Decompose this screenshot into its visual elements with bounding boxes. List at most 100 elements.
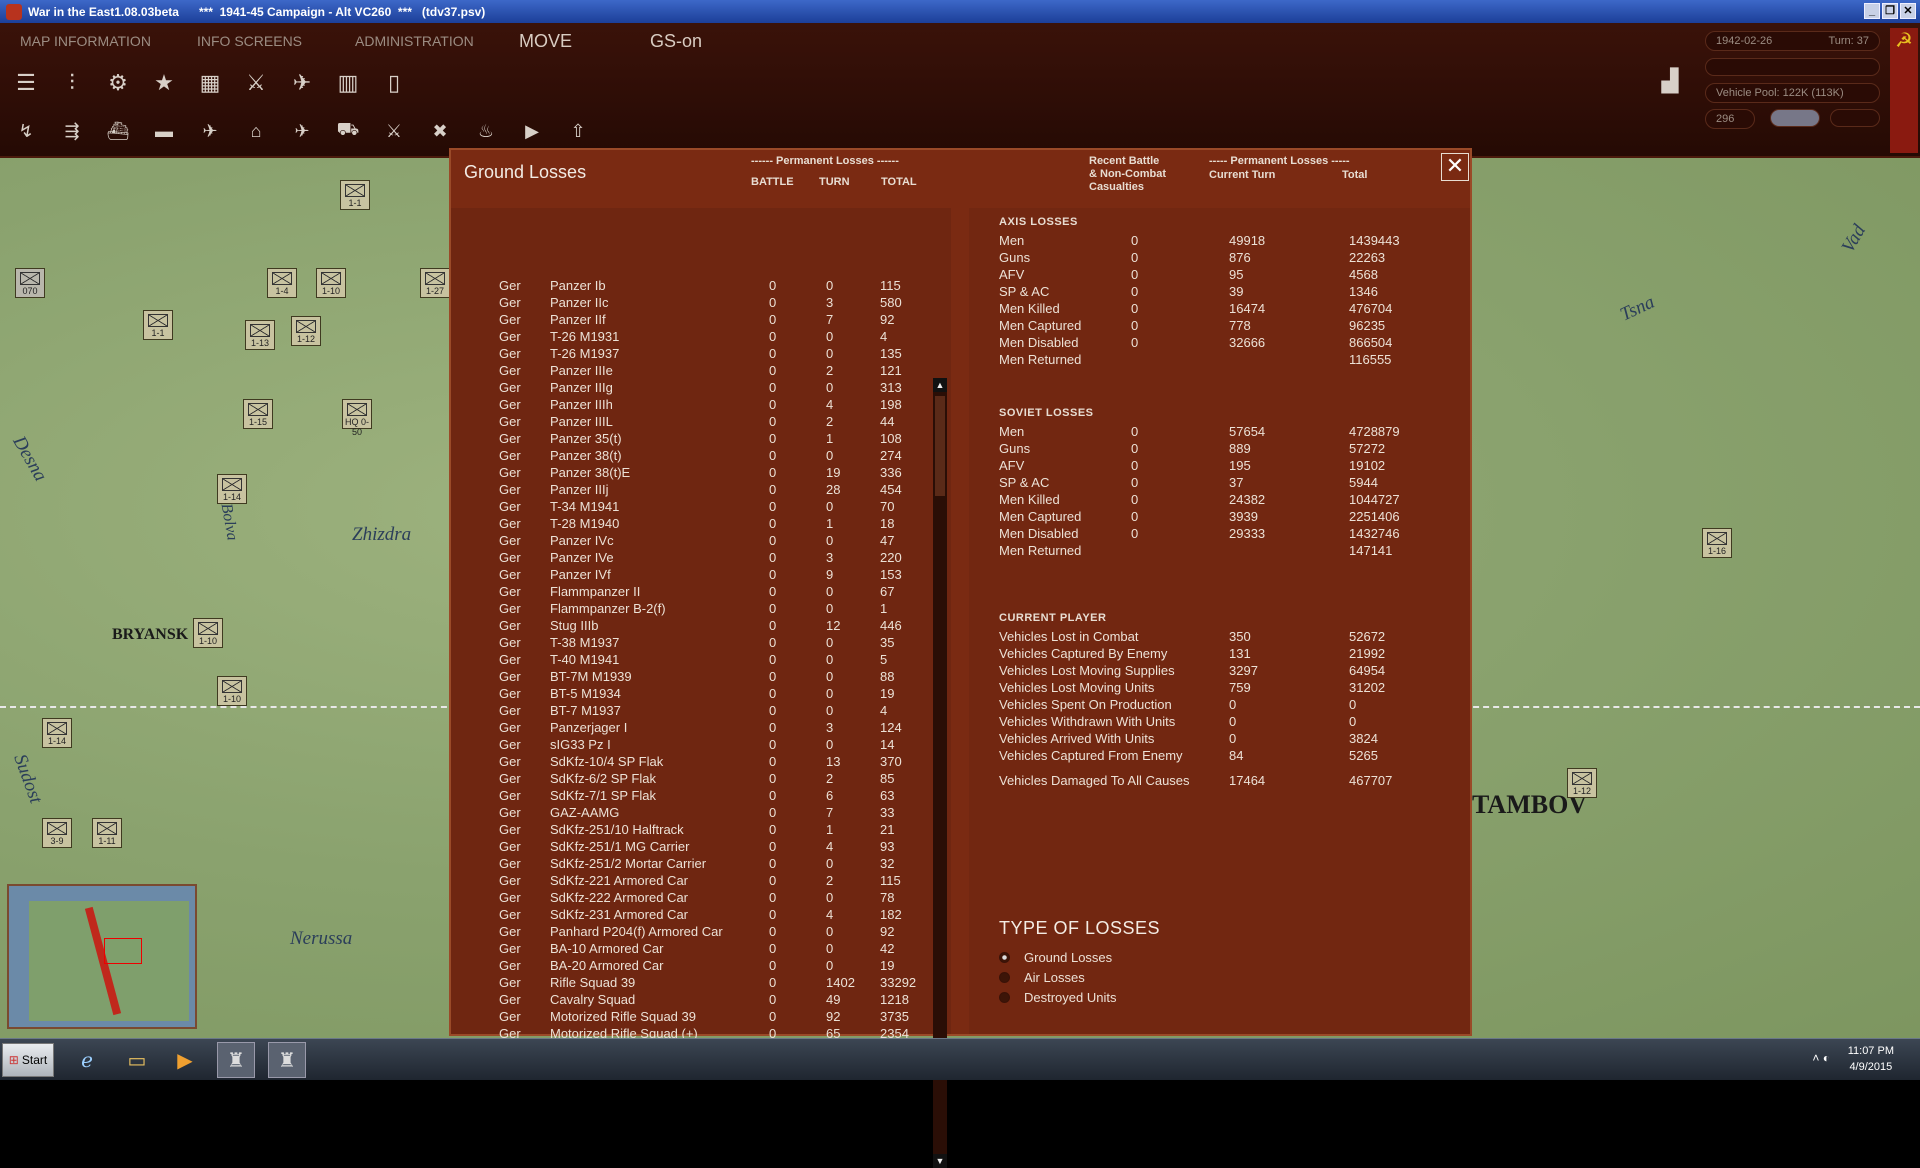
equipment-name: Panzer IVf xyxy=(550,567,611,582)
river-label: Zhizdra xyxy=(352,524,412,545)
turn-losses: 0 xyxy=(826,278,834,293)
current-player-title: CURRENT PLAYER xyxy=(999,612,1107,624)
unit-counter[interactable]: 1-10 xyxy=(217,676,247,706)
vehicle-row: Vehicles Captured From Enemy 84 5265 xyxy=(999,748,1378,763)
scroll-down-arrow-icon[interactable]: ▼ xyxy=(933,1154,947,1168)
crossed-swords-icon[interactable]: ⚔ xyxy=(238,65,274,101)
radio-ground-losses[interactable]: Ground Losses xyxy=(999,948,1112,966)
unit-counter[interactable]: 1-14 xyxy=(42,718,72,748)
depot-icon[interactable]: ▯ xyxy=(376,65,412,101)
f1-icon[interactable]: ↯ xyxy=(8,115,44,147)
f2-icon[interactable]: ⇶ xyxy=(54,115,90,147)
f3-icon[interactable]: ⛴ xyxy=(100,115,136,147)
nationality: Ger xyxy=(499,482,521,497)
chart-icon[interactable]: ▟ xyxy=(1652,63,1688,99)
menu-administration[interactable]: ADMINISTRATION xyxy=(355,33,474,49)
battle-losses: 0 xyxy=(769,312,777,327)
summary-row: SP & AC 0 37 5944 xyxy=(999,475,1378,490)
unit-counter[interactable]: 1-1 xyxy=(340,180,370,210)
gs-toggle[interactable]: GS-on xyxy=(650,31,702,52)
scrollbar-thumb[interactable] xyxy=(935,396,945,496)
col-total: TOTAL xyxy=(881,176,917,188)
radio-dot-icon[interactable] xyxy=(999,951,1010,963)
unit-counter[interactable]: 1-10 xyxy=(316,268,346,298)
loss-row: Ger Panzer IIIg 0 0 313 xyxy=(451,380,941,397)
unit-counter[interactable]: 1-16 xyxy=(1702,528,1732,558)
battle-losses: 0 xyxy=(769,584,777,599)
unit-counter[interactable]: 1-11 xyxy=(92,818,122,848)
unit-counter[interactable]: 1-4 xyxy=(267,268,297,298)
equipment-name: Panzer 38(t)E xyxy=(550,465,631,480)
total-losses: 70 xyxy=(880,499,895,514)
f4-icon[interactable]: ▬ xyxy=(146,115,182,147)
unit-counter[interactable]: 1-12 xyxy=(291,316,321,346)
close-window-button[interactable]: ✕ xyxy=(1900,3,1916,19)
f5-icon[interactable]: ✈ xyxy=(192,115,228,147)
layers-icon[interactable]: ☰ xyxy=(8,65,44,101)
unit-counter[interactable]: 1-15 xyxy=(243,399,273,429)
turn-losses: 2 xyxy=(826,363,834,378)
units-icon[interactable]: ⫶ xyxy=(54,65,90,101)
menu-map-information[interactable]: MAP INFORMATION xyxy=(20,33,151,49)
minimap[interactable] xyxy=(7,884,197,1029)
turn-losses: 0 xyxy=(826,737,834,752)
radio-destroyed-units[interactable]: Destroyed Units xyxy=(999,988,1116,1006)
ie-icon[interactable]: ℯ xyxy=(68,1042,106,1078)
close-panel-button[interactable]: ✕ xyxy=(1441,153,1469,181)
menu-info-screens[interactable]: INFO SCREENS xyxy=(197,33,302,49)
blank-toggle[interactable] xyxy=(1830,109,1880,127)
radio-dot-icon[interactable] xyxy=(999,991,1010,1003)
loss-row: Ger T-40 M1941 0 0 5 xyxy=(451,652,941,669)
star-icon[interactable]: ★ xyxy=(146,65,182,101)
restore-button[interactable]: ❐ xyxy=(1882,3,1898,19)
equipment-name: Panzer IIIL xyxy=(550,414,613,429)
air-icon[interactable]: ✈ xyxy=(284,65,320,101)
folder-icon[interactable]: ▭ xyxy=(118,1042,156,1078)
upload-icon[interactable]: ⇧ xyxy=(560,115,596,147)
blank-box xyxy=(1705,58,1880,76)
nationality: Ger xyxy=(499,380,521,395)
unit-counter[interactable]: 1-14 xyxy=(217,474,247,504)
f10-icon[interactable]: ✖ xyxy=(422,115,458,147)
scroll-up-arrow-icon[interactable]: ▲ xyxy=(933,378,947,392)
unit-counter[interactable]: 1-1 xyxy=(143,310,173,340)
toggle-slider[interactable] xyxy=(1770,109,1820,127)
unit-counter[interactable]: 1-12 xyxy=(1567,768,1597,798)
gear-icon[interactable]: ⚙ xyxy=(100,65,136,101)
hq-unit-counter[interactable]: HQ 0-50 xyxy=(342,399,372,437)
rail-icon[interactable]: ▥ xyxy=(330,65,366,101)
game-taskbar-icon[interactable]: ♜ xyxy=(268,1042,306,1078)
taskbar: ⊞ Start ℯ ▭ ▶ ♜ ♜ ˄ ◐ 11:07 PM 4/9/2015 xyxy=(0,1038,1920,1080)
unit-counter[interactable]: 1-13 xyxy=(245,320,275,350)
turn-losses: 0 xyxy=(826,686,834,701)
start-button[interactable]: ⊞ Start xyxy=(2,1043,54,1077)
radio-air-losses[interactable]: Air Losses xyxy=(999,968,1085,986)
equipment-name: Panzer Ib xyxy=(550,278,606,293)
loss-row: Ger SdKfz-10/4 SP Flak 0 13 370 xyxy=(451,754,941,771)
f11-icon[interactable]: ♨ xyxy=(468,115,504,147)
col-battle: BATTLE xyxy=(751,176,794,188)
terrain-icon[interactable]: ▦ xyxy=(192,65,228,101)
f9-icon[interactable]: ⚔ xyxy=(376,115,412,147)
unit-counter[interactable]: 3-9 xyxy=(42,818,72,848)
unit-counter[interactable]: 1-27 xyxy=(420,268,450,298)
mode-move[interactable]: MOVE xyxy=(519,31,572,52)
tray-icons[interactable]: ˄ ◐ xyxy=(1812,1051,1830,1065)
battle-losses: 0 xyxy=(769,907,777,922)
game-taskbar-icon[interactable]: ♜ xyxy=(217,1042,255,1078)
loss-row: Ger Panzer IIIL 0 2 44 xyxy=(451,414,941,431)
f8-icon[interactable]: ⛟ xyxy=(330,115,366,147)
minimap-viewport[interactable] xyxy=(104,938,142,964)
f7-icon[interactable]: ✈ xyxy=(284,115,320,147)
battle-losses: 0 xyxy=(769,669,777,684)
loss-row: Ger BA-10 Armored Car 0 0 42 xyxy=(451,941,941,958)
media-player-icon[interactable]: ▶ xyxy=(166,1042,204,1078)
minimize-button[interactable]: _ xyxy=(1864,3,1880,19)
radio-dot-icon[interactable] xyxy=(999,971,1010,983)
unit-counter[interactable]: 070 xyxy=(15,268,45,298)
f12-icon[interactable]: ▶ xyxy=(514,115,550,147)
system-clock[interactable]: 11:07 PM 4/9/2015 xyxy=(1848,1043,1894,1075)
f6-icon[interactable]: ⌂ xyxy=(238,115,274,147)
unit-counter[interactable]: 1-10 xyxy=(193,618,223,648)
battle-losses: 0 xyxy=(769,839,777,854)
